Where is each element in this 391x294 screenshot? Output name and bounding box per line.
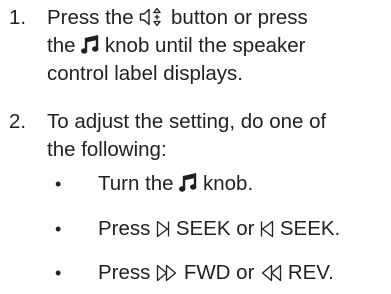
step-2-text: To adjust the setting, do one of the fol… (47, 108, 387, 164)
step-1-line-2: the knob until the speaker (47, 34, 306, 57)
step-2-line-2: the following: (47, 138, 167, 161)
step-1-line-3: control label displays. (47, 62, 243, 85)
bullet-symbol: • (55, 174, 62, 194)
step-number: 2. (9, 110, 27, 133)
speaker-control-icon (139, 7, 165, 27)
music-note-knob-icon (81, 35, 99, 55)
rewind-icon (260, 264, 282, 282)
bullet-symbol: • (55, 263, 62, 283)
fast-forward-icon (156, 264, 178, 282)
seek-forward-icon (156, 220, 170, 238)
bullet-text: Press SEEK or SEEK. (98, 217, 341, 240)
seek-back-icon (260, 220, 274, 238)
step-2-line-1: To adjust the setting, do one of (47, 110, 327, 133)
bullet-symbol: • (55, 219, 62, 239)
step-number: 1. (9, 6, 27, 29)
bullet-text: Press FWD or REV. (98, 261, 334, 284)
bullet-text: Turn the knob. (98, 172, 254, 195)
instruction-page: 1. Press the button or press the knob un… (0, 0, 391, 294)
music-note-knob-icon (179, 173, 197, 193)
step-1-text: Press the button or press the knob until… (47, 4, 387, 88)
step-1-line-1: Press the button or press (47, 6, 308, 29)
